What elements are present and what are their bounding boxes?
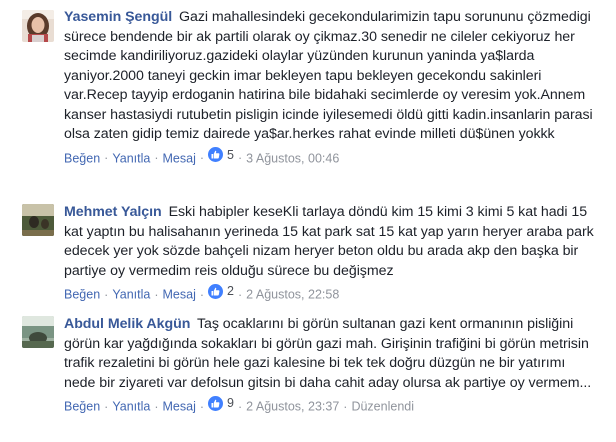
reaction-count[interactable]: 2 bbox=[208, 282, 234, 300]
comment-actions: Beğen · Yanıtla · Mesaj · 5 · 3 Ağustos, 00:46 bbox=[64, 146, 600, 168]
separator: · bbox=[154, 151, 159, 165]
reply-button[interactable]: Yanıtla bbox=[112, 400, 150, 414]
separator: · bbox=[237, 399, 243, 414]
timestamp[interactable]: 2 Ağustos, 23:37 bbox=[246, 400, 339, 414]
thumbs-up-icon bbox=[208, 395, 224, 411]
comment-actions: Beğen · Yanıtla · Mesaj · 2 · 2 Ağustos, 22:58 bbox=[64, 282, 600, 304]
separator: · bbox=[104, 151, 109, 165]
like-count: 2 bbox=[227, 284, 234, 298]
separator: · bbox=[199, 151, 205, 165]
separator: · bbox=[104, 287, 109, 302]
like-button[interactable]: Beğen bbox=[64, 151, 100, 165]
reply-button[interactable]: Yanıtla bbox=[112, 288, 150, 302]
avatar[interactable] bbox=[22, 316, 54, 348]
avatar[interactable] bbox=[22, 10, 54, 42]
separator: · bbox=[199, 287, 205, 302]
separator: · bbox=[237, 287, 243, 302]
timestamp[interactable]: 3 Ağustos, 00:46 bbox=[246, 151, 339, 165]
timestamp[interactable]: 2 Ağustos, 22:58 bbox=[246, 288, 339, 302]
message-button[interactable]: Mesaj bbox=[163, 288, 196, 302]
separator: · bbox=[154, 287, 159, 302]
separator: · bbox=[237, 151, 243, 165]
like-count: 9 bbox=[227, 396, 234, 410]
thumbs-up-icon bbox=[208, 283, 224, 299]
reaction-count[interactable]: 5 bbox=[208, 146, 234, 164]
comment-author[interactable]: Mehmet Yalçın bbox=[64, 204, 162, 220]
like-button[interactable]: Beğen bbox=[64, 400, 100, 414]
comment-text-block: Mehmet Yalçın Eski habipler keseKli tarl… bbox=[64, 203, 600, 281]
separator: · bbox=[154, 399, 159, 414]
reply-button[interactable]: Yanıtla bbox=[112, 151, 150, 165]
edited-label[interactable]: Düzenlendi bbox=[351, 400, 414, 414]
separator: · bbox=[343, 399, 348, 414]
message-button[interactable]: Mesaj bbox=[163, 400, 196, 414]
reaction-count[interactable]: 9 bbox=[208, 394, 234, 412]
avatar[interactable] bbox=[22, 204, 54, 236]
comment-author[interactable]: Abdul Melik Akgün bbox=[64, 316, 190, 332]
comment-actions: Beğen · Yanıtla · Mesaj · 9 · 2 Ağustos, 23:37 · D… bbox=[64, 394, 600, 416]
comment-text: Gazi mahallesindeki gecekondularimizin t… bbox=[64, 9, 593, 142]
separator: · bbox=[199, 399, 205, 414]
thumbs-up-icon bbox=[208, 147, 224, 162]
message-button[interactable]: Mesaj bbox=[163, 151, 196, 165]
like-button[interactable]: Beğen bbox=[64, 288, 100, 302]
like-count: 5 bbox=[227, 147, 234, 162]
comment-text-block: Abdul Melik Akgün Taş ocaklarını bi görü… bbox=[64, 315, 600, 393]
comment-author[interactable]: Yasemin Şengül bbox=[64, 9, 172, 25]
comment-text-block: Yasemin Şengül Gazi mahallesindeki gecek… bbox=[64, 8, 600, 145]
separator: · bbox=[104, 399, 109, 414]
